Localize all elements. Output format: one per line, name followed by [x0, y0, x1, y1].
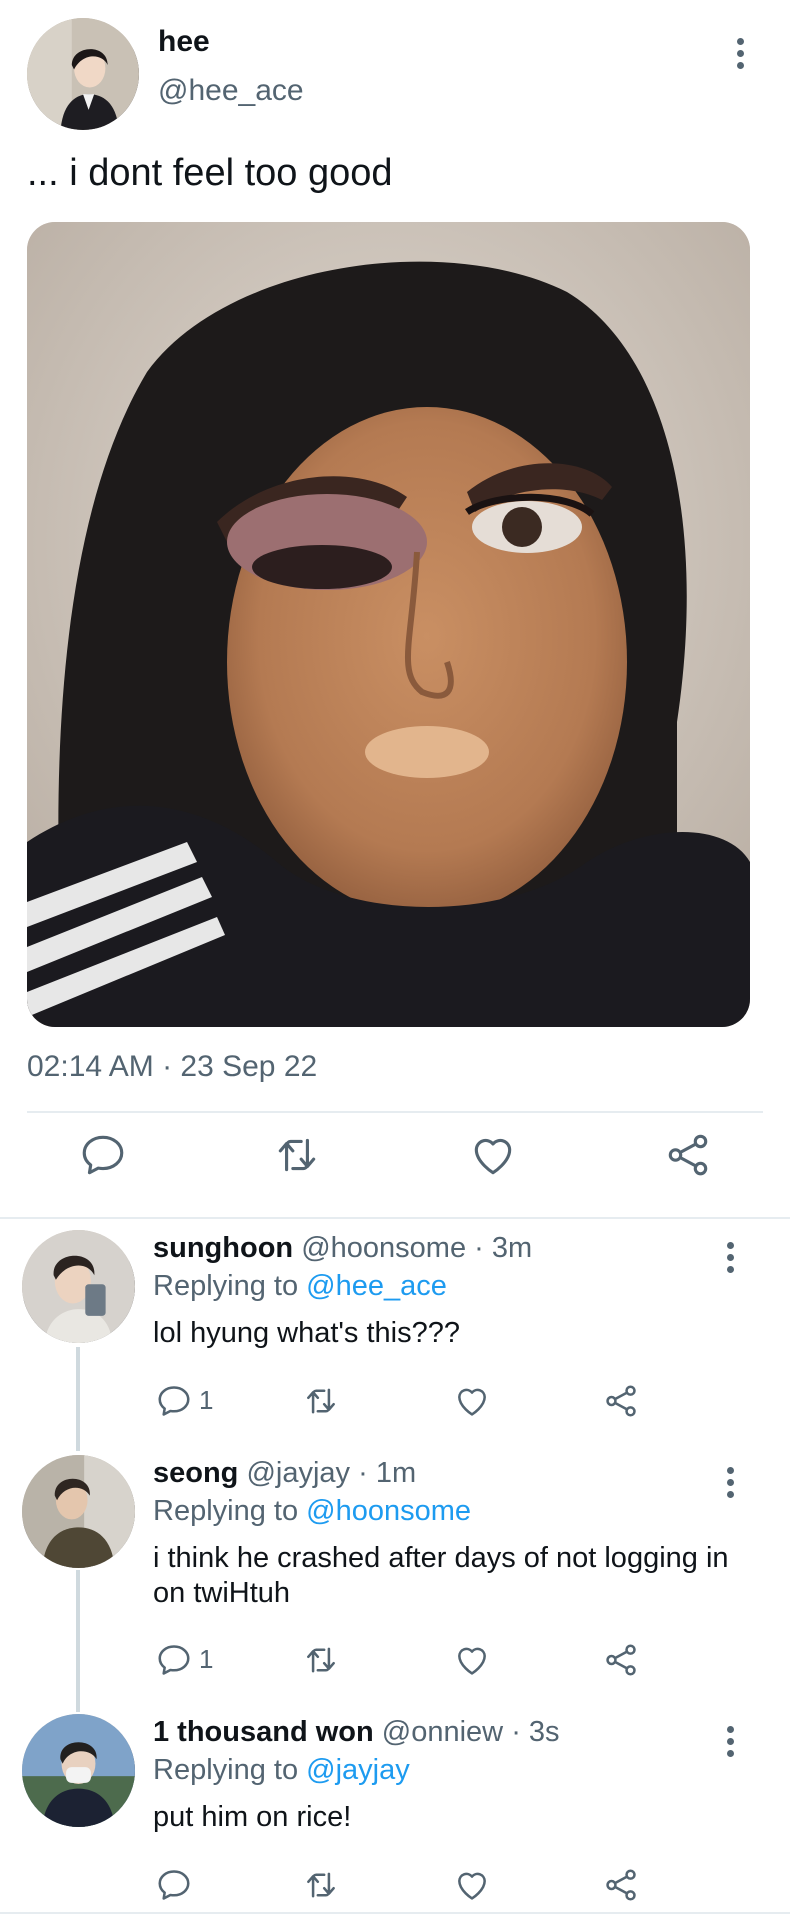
reply-count: 1 — [199, 1644, 214, 1674]
reply-author-handle[interactable]: @onniew — [382, 1716, 503, 1748]
reply-avatar[interactable] — [22, 1455, 135, 1568]
reply-actions-bar — [0, 1862, 790, 1907]
reply-tweet[interactable]: 1 thousand won @onniew · 3s Replying to … — [0, 1714, 790, 1914]
replying-to-mention[interactable]: @hoonsome — [306, 1495, 471, 1527]
avatar-image — [22, 1230, 135, 1343]
share-icon[interactable] — [663, 1130, 713, 1180]
replying-to-prefix: Replying to — [153, 1270, 299, 1302]
reply-header: sunghoon @hoonsome · 3m — [153, 1232, 532, 1265]
main-tweet: hee @hee_ace ... i dont feel too good 02… — [0, 0, 790, 1215]
divider — [0, 1217, 790, 1219]
divider — [0, 1912, 790, 1914]
heart-icon[interactable] — [453, 1637, 491, 1682]
reply-tweet[interactable]: seong @jayjay · 1m Replying to @hoonsome… — [0, 1455, 790, 1715]
tweet-media-image[interactable] — [27, 222, 750, 1027]
avatar-image — [22, 1455, 135, 1568]
replying-to: Replying to @jayjay — [153, 1754, 410, 1787]
replying-to-prefix: Replying to — [153, 1754, 299, 1786]
reply-author-name[interactable]: 1 thousand won — [153, 1716, 374, 1748]
more-options-icon[interactable] — [730, 38, 750, 72]
retweet-icon[interactable] — [302, 1862, 340, 1907]
tweet-text: ... i dont feel too good — [27, 152, 393, 194]
share-icon[interactable] — [602, 1637, 640, 1682]
reply-avatar[interactable] — [22, 1230, 135, 1343]
more-options-icon[interactable] — [720, 1467, 740, 1501]
media-photo — [27, 222, 750, 1027]
author-avatar[interactable] — [27, 18, 139, 130]
more-options-icon[interactable] — [720, 1242, 740, 1276]
reply-time: · 1m — [358, 1457, 417, 1489]
replying-to: Replying to @hee_ace — [153, 1270, 447, 1303]
reply-text: i think he crashed after days of not log… — [153, 1542, 729, 1609]
reply-icon[interactable] — [78, 1130, 128, 1180]
tweet-actions-bar — [0, 1130, 790, 1200]
retweet-icon[interactable] — [272, 1130, 322, 1180]
retweet-icon[interactable] — [302, 1637, 340, 1682]
reply-header: seong @jayjay · 1m — [153, 1457, 416, 1490]
reply-icon[interactable]: 1 — [155, 1637, 213, 1682]
heart-icon[interactable] — [468, 1130, 518, 1180]
reply-text: lol hyung what's this??? — [153, 1317, 461, 1349]
reply-avatar[interactable] — [22, 1714, 135, 1827]
author-handle[interactable]: @hee_ace — [158, 74, 304, 108]
author-name[interactable]: hee — [158, 25, 210, 59]
reply-icon[interactable]: 1 — [155, 1378, 213, 1423]
replying-to: Replying to @hoonsome — [153, 1495, 471, 1528]
reply-tweet[interactable]: sunghoon @hoonsome · 3m Replying to @hee… — [0, 1230, 790, 1455]
tweet-timestamp[interactable]: 02:14 AM · 23 Sep 22 — [27, 1050, 317, 1084]
reply-header: 1 thousand won @onniew · 3s — [153, 1716, 560, 1749]
reply-time: · 3m — [474, 1232, 533, 1264]
reply-author-handle[interactable]: @hoonsome — [301, 1232, 466, 1264]
reply-count: 1 — [199, 1385, 214, 1415]
reply-time: · 3s — [511, 1716, 560, 1748]
share-icon[interactable] — [602, 1378, 640, 1423]
reply-text: put him on rice! — [153, 1801, 352, 1833]
reply-actions-bar: 1 — [0, 1637, 790, 1682]
reply-author-name[interactable]: sunghoon — [153, 1232, 293, 1264]
divider — [27, 1111, 763, 1113]
replying-to-mention[interactable]: @hee_ace — [306, 1270, 447, 1302]
reply-actions-bar: 1 — [0, 1378, 790, 1423]
retweet-icon[interactable] — [302, 1378, 340, 1423]
more-options-icon[interactable] — [720, 1726, 740, 1760]
heart-icon[interactable] — [453, 1378, 491, 1423]
reply-author-handle[interactable]: @jayjay — [246, 1457, 350, 1489]
replying-to-mention[interactable]: @jayjay — [306, 1754, 410, 1786]
replying-to-prefix: Replying to — [153, 1495, 299, 1527]
reply-icon[interactable] — [155, 1862, 199, 1907]
avatar-image — [22, 1714, 135, 1827]
heart-icon[interactable] — [453, 1862, 491, 1907]
share-icon[interactable] — [602, 1862, 640, 1907]
reply-author-name[interactable]: seong — [153, 1457, 238, 1489]
avatar-image — [27, 18, 139, 130]
